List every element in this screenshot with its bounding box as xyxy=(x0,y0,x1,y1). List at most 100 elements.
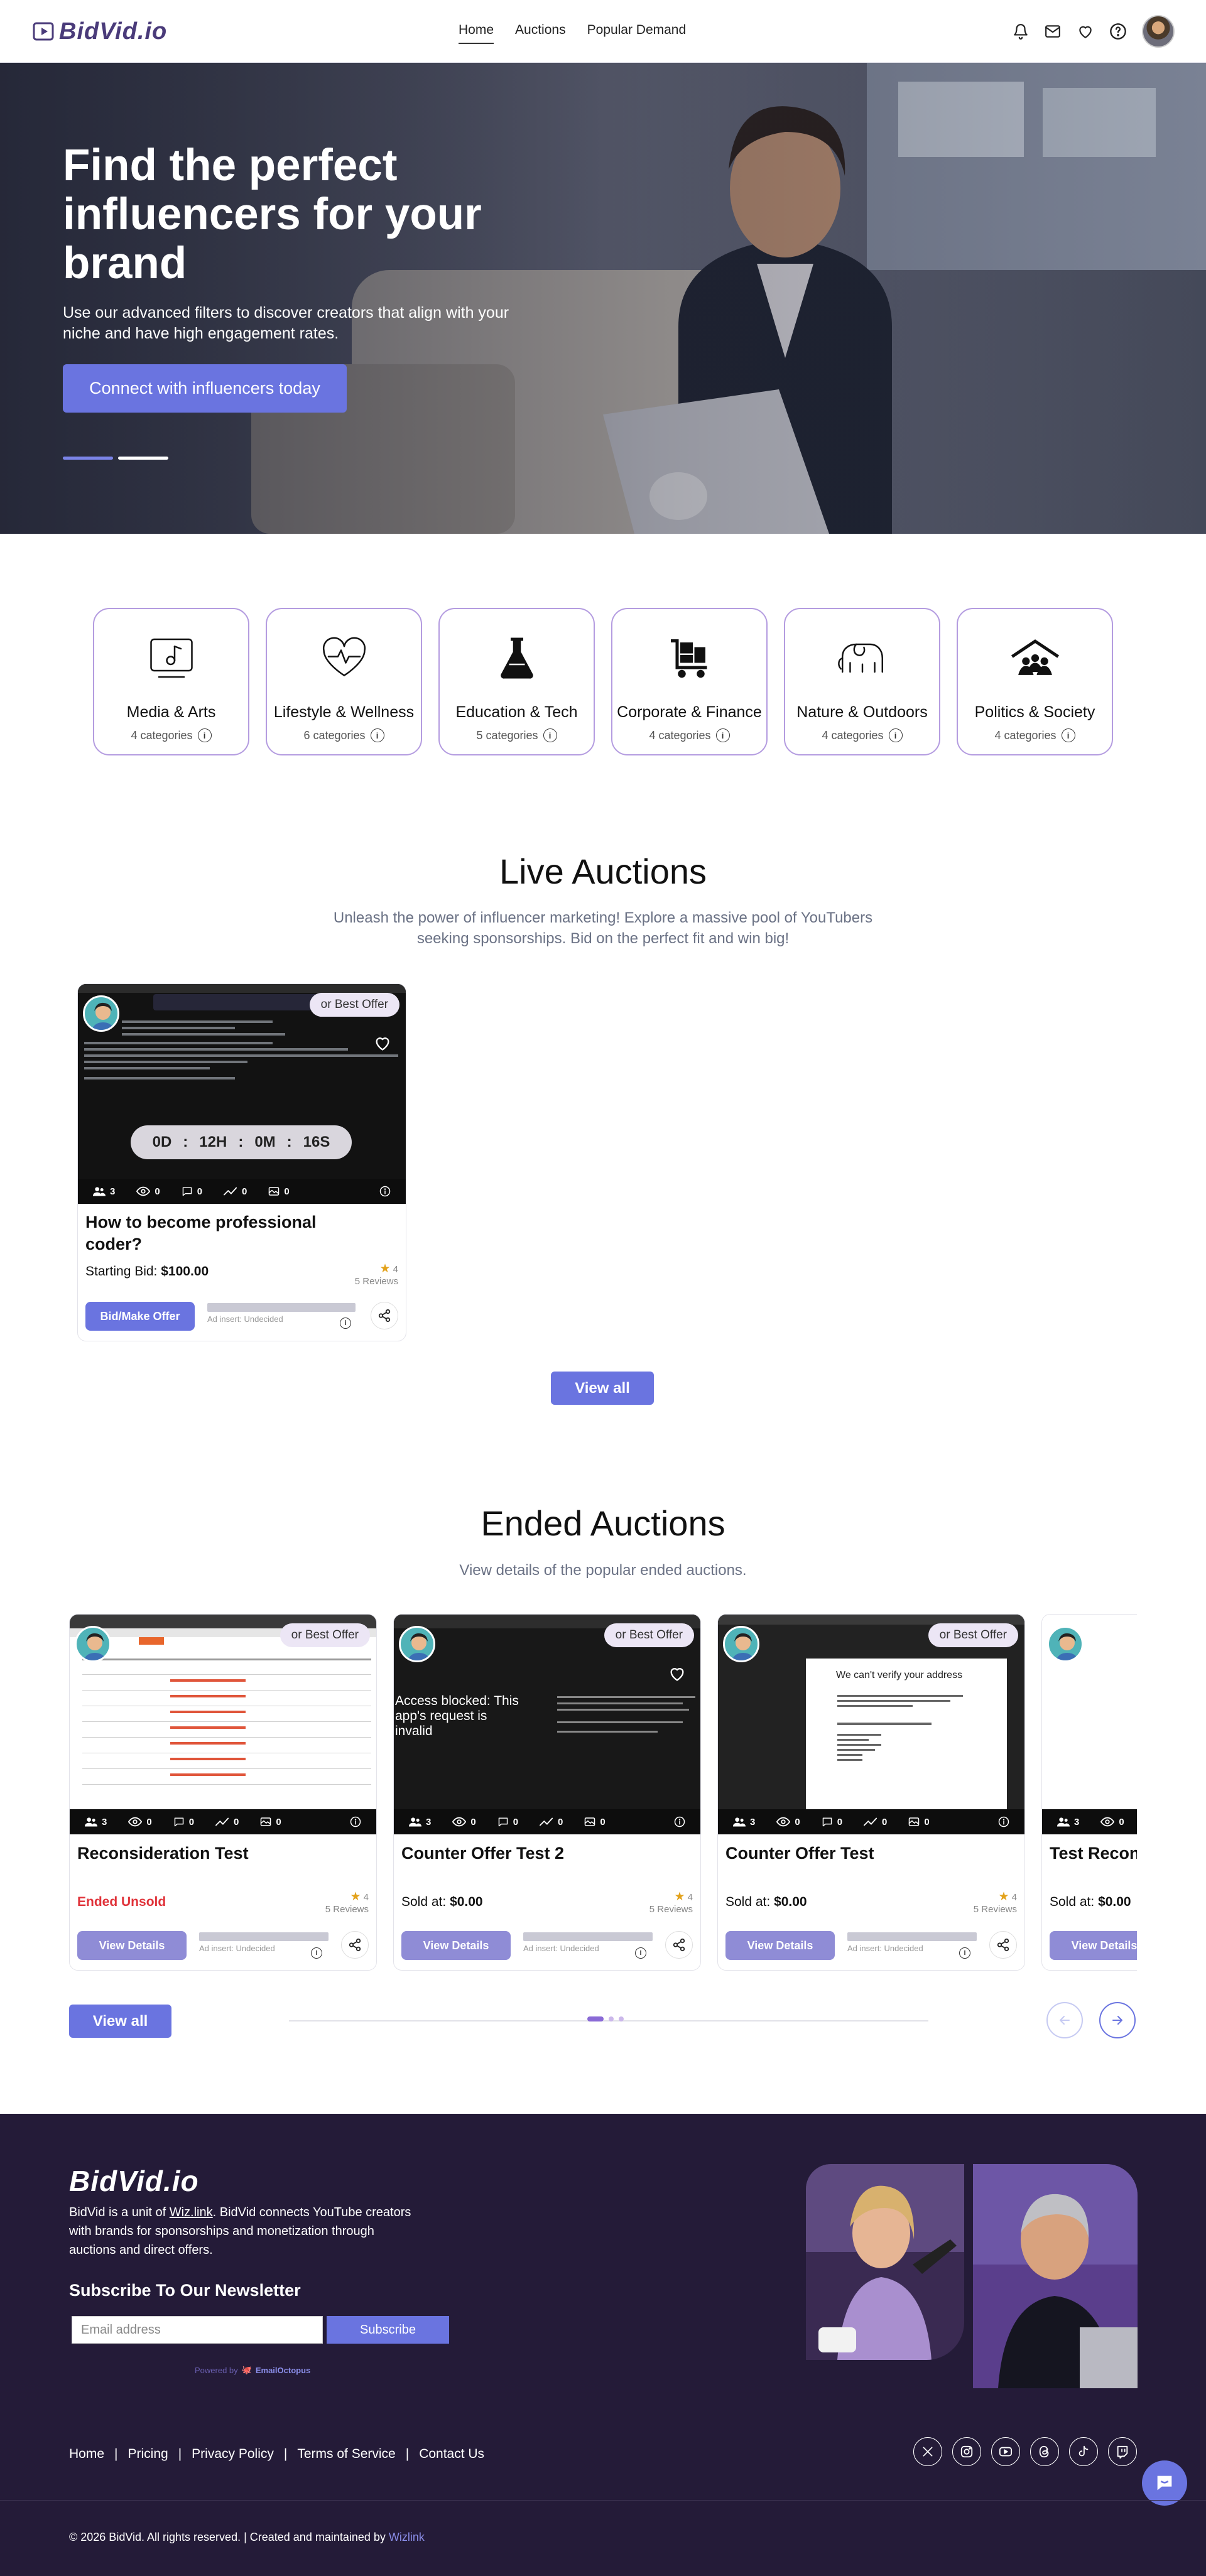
hero-background-image xyxy=(0,63,1206,534)
info-icon[interactable]: i xyxy=(888,728,903,742)
ended-auction-card[interactable]: 3 0 Test Recon Sold at: $0.00 View Detai… xyxy=(1041,1614,1137,1971)
ad-info-icon[interactable]: i xyxy=(635,1947,646,1959)
channel-avatar[interactable] xyxy=(723,1626,759,1662)
auction-thumbnail[interactable]: Access blocked: This app's request is in… xyxy=(394,1615,700,1834)
hero-dot-1[interactable] xyxy=(63,457,113,460)
view-details-button[interactable]: View Details xyxy=(1050,1931,1137,1960)
connect-influencers-button[interactable]: Connect with influencers today xyxy=(63,364,347,413)
x-icon[interactable] xyxy=(913,2437,942,2466)
price-value: $0.00 xyxy=(774,1895,807,1909)
channel-avatar[interactable] xyxy=(83,995,119,1032)
auction-thumbnail[interactable]: We can't verify your address or Best Off… xyxy=(718,1615,1024,1834)
carousel-next-button[interactable] xyxy=(1099,2002,1136,2038)
info-icon[interactable]: i xyxy=(543,728,557,742)
auction-thumbnail[interactable]: or Best Offer 3 0 0 0 0 xyxy=(70,1615,376,1834)
best-offer-badge: or Best Offer xyxy=(604,1623,694,1647)
category-card-politics-society[interactable]: Politics & Society 4 categories i xyxy=(957,608,1113,755)
carousel-dot-2[interactable] xyxy=(609,2016,614,2021)
ad-info-icon[interactable]: i xyxy=(340,1318,351,1329)
category-card-education-tech[interactable]: Education & Tech 5 categories i xyxy=(438,608,595,755)
ended-view-all-button[interactable]: View all xyxy=(69,2005,171,2038)
category-card-corporate-finance[interactable]: Corporate & Finance 4 categories i xyxy=(611,608,768,755)
carousel-dot-3[interactable] xyxy=(619,2016,624,2021)
threads-icon[interactable] xyxy=(1030,2437,1059,2466)
share-button[interactable] xyxy=(371,1302,398,1329)
trend-count: 0 xyxy=(882,1816,888,1827)
subscribe-button[interactable]: Subscribe xyxy=(327,2316,449,2344)
auction-title[interactable]: Reconsideration Test xyxy=(77,1843,249,1864)
ad-insert-status: Ad insert: Undecided xyxy=(207,1303,356,1324)
twitch-icon[interactable] xyxy=(1108,2437,1137,2466)
category-count-text: 4 categories xyxy=(822,728,884,742)
favorite-heart-icon[interactable] xyxy=(668,1665,687,1682)
auction-thumbnail[interactable]: or Best Offer 0D: 12H: 0M: 16S 3 0 0 0 0 xyxy=(78,984,406,1204)
footer-link-terms[interactable]: Terms of Service xyxy=(297,2447,395,2462)
ended-auction-card[interactable]: or Best Offer 3 0 0 0 0 Reconsideration … xyxy=(69,1614,377,1971)
view-details-button[interactable]: View Details xyxy=(401,1931,511,1960)
channel-avatar[interactable] xyxy=(399,1626,435,1662)
live-view-all-button[interactable]: View all xyxy=(551,1372,654,1405)
share-button[interactable] xyxy=(989,1931,1017,1959)
heart-icon[interactable] xyxy=(1077,23,1094,40)
category-count-text: 5 categories xyxy=(476,728,538,742)
info-icon[interactable]: i xyxy=(715,728,730,742)
brand-logo[interactable]: BidVid.io xyxy=(33,18,167,45)
help-icon[interactable] xyxy=(1109,23,1127,40)
footer-link-privacy-policy[interactable]: Privacy Policy xyxy=(192,2447,274,2462)
footer-logo[interactable]: BidVid.io xyxy=(69,2164,199,2198)
share-button[interactable] xyxy=(341,1931,369,1959)
carousel-dot-1[interactable] xyxy=(587,2016,604,2021)
carousel-prev-button[interactable] xyxy=(1046,2002,1083,2038)
share-button[interactable] xyxy=(665,1931,693,1959)
ad-insert-text: Ad insert: Undecided xyxy=(847,1944,923,1953)
auction-title[interactable]: Counter Offer Test xyxy=(725,1843,874,1864)
nav-popular-demand[interactable]: Popular Demand xyxy=(587,23,687,44)
info-icon[interactable]: i xyxy=(1061,728,1075,742)
link-separator: | xyxy=(114,2447,118,2461)
info-icon[interactable]: i xyxy=(197,728,212,742)
nav-auctions[interactable]: Auctions xyxy=(515,23,566,44)
hero-dot-2[interactable] xyxy=(118,457,168,460)
tiktok-icon[interactable] xyxy=(1069,2437,1098,2466)
bid-make-offer-button[interactable]: Bid/Make Offer xyxy=(85,1302,195,1331)
emailoctopus-link[interactable]: EmailOctopus xyxy=(256,2366,310,2375)
category-card-media-arts[interactable]: Media & Arts 4 categories i xyxy=(93,608,249,755)
auction-thumbnail[interactable]: 3 0 xyxy=(1042,1615,1137,1834)
subscribers-stat: 3 xyxy=(409,1817,431,1827)
youtube-icon[interactable] xyxy=(991,2437,1020,2466)
bell-icon[interactable] xyxy=(1013,23,1029,40)
auction-title[interactable]: Test Recon xyxy=(1050,1843,1137,1864)
wizlink-credit-link[interactable]: Wizlink xyxy=(389,2531,425,2543)
ad-info-icon[interactable]: i xyxy=(311,1947,322,1959)
nav-home[interactable]: Home xyxy=(459,23,494,44)
ended-auction-card[interactable]: We can't verify your address or Best Off… xyxy=(717,1614,1025,1971)
live-auction-card[interactable]: or Best Offer 0D: 12H: 0M: 16S 3 0 0 0 0… xyxy=(77,983,406,1341)
newsletter-email-input[interactable]: Email address xyxy=(72,2316,323,2344)
channel-avatar[interactable] xyxy=(1047,1626,1084,1662)
ended-auction-card[interactable]: Access blocked: This app's request is in… xyxy=(393,1614,701,1971)
footer-link-pricing[interactable]: Pricing xyxy=(128,2447,168,2462)
view-details-button[interactable]: View Details xyxy=(77,1931,187,1960)
details-info-icon[interactable] xyxy=(379,1186,391,1197)
ad-info-icon[interactable]: i xyxy=(959,1947,970,1959)
category-card-lifestyle-wellness[interactable]: Lifestyle & Wellness 6 categories i xyxy=(266,608,422,755)
mail-icon[interactable] xyxy=(1044,23,1062,40)
category-card-nature-outdoors[interactable]: Nature & Outdoors 4 categories i xyxy=(784,608,940,755)
auction-title[interactable]: How to become professional coder? xyxy=(85,1211,337,1255)
arrow-right-icon xyxy=(1112,2016,1122,2025)
view-details-button[interactable]: View Details xyxy=(725,1931,835,1960)
auction-title[interactable]: Counter Offer Test 2 xyxy=(401,1843,564,1864)
info-icon[interactable]: i xyxy=(370,728,384,742)
channel-avatar[interactable] xyxy=(75,1626,111,1662)
details-info-icon[interactable] xyxy=(350,1816,361,1827)
favorite-heart-icon[interactable] xyxy=(373,1034,392,1052)
footer-link-home[interactable]: Home xyxy=(69,2447,104,2462)
chat-widget-button[interactable] xyxy=(1142,2460,1187,2506)
user-avatar[interactable] xyxy=(1142,15,1175,48)
footer-link-contact[interactable]: Contact Us xyxy=(419,2447,484,2462)
instagram-icon[interactable] xyxy=(952,2437,981,2466)
wizlink-link[interactable]: Wiz.link xyxy=(170,2205,213,2219)
details-info-icon[interactable] xyxy=(998,1816,1009,1827)
details-info-icon[interactable] xyxy=(674,1816,685,1827)
powered-by-text: Powered by xyxy=(195,2365,238,2375)
